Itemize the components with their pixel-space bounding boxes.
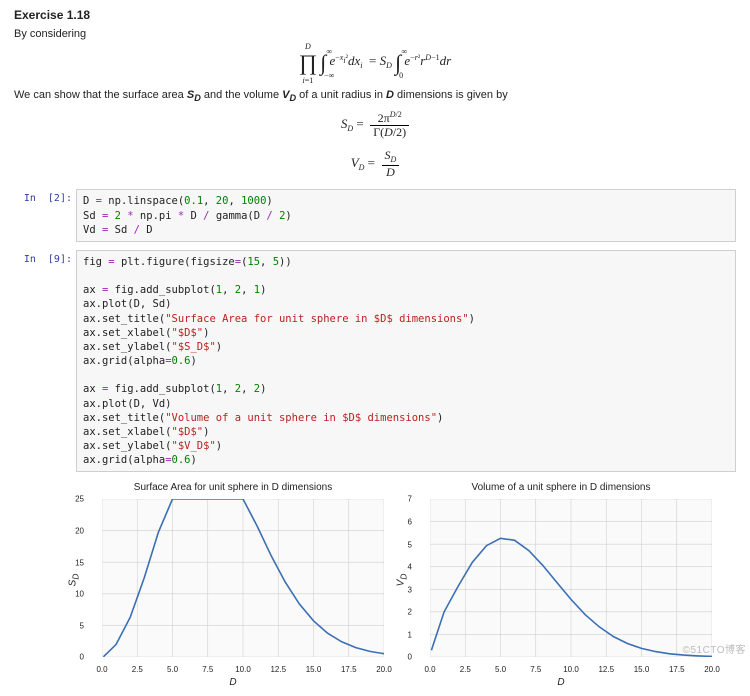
equation-3: VD = SDD (14, 149, 736, 179)
output-plots: Surface Area for unit sphere in D dimens… (14, 472, 736, 690)
chart-canvas: VD 01234567 0.02.55.07.510.012.515.017.5… (406, 495, 716, 665)
chart-surface-area: Surface Area for unit sphere in D dimens… (78, 482, 388, 688)
code-input[interactable]: D = np.linspace(0.1, 20, 1000) Sd = 2 * … (76, 189, 736, 242)
chart-axes (430, 499, 712, 657)
chart-xlabel: D (78, 677, 388, 688)
code-cell-2: In [2]: D = np.linspace(0.1, 20, 1000) S… (14, 189, 736, 242)
chart-yticks: 01234567 (400, 495, 420, 665)
chart-xticks: 0.02.55.07.510.012.515.017.520.0 (430, 665, 712, 675)
chart-volume: Volume of a unit sphere in D dimensions … (406, 482, 716, 688)
equation-2: SD = 2πD/2Γ(D/2) (14, 111, 736, 139)
code-input[interactable]: fig = plt.figure(figsize=(15, 5)) ax = f… (76, 250, 736, 473)
exercise-title: Exercise 1.18 (14, 8, 736, 22)
equation-1: ∏Di=1 ∫∞−∞ e−xi²dxi = SD ∫∞0 e−r²rD−1dr (14, 48, 736, 79)
prompt-label: In [2]: (14, 189, 72, 242)
chart-title: Surface Area for unit sphere in D dimens… (78, 482, 388, 493)
intro-text: By considering (14, 28, 736, 40)
prompt-label: In [9]: (14, 250, 72, 473)
watermark: ©51CTO博客 (683, 641, 746, 656)
chart-axes (102, 499, 384, 657)
chart-xticks: 0.02.55.07.510.012.515.017.520.0 (102, 665, 384, 675)
chart-canvas: SD 0510152025 0.02.55.07.510.012.515.017… (78, 495, 388, 665)
code-cell-9: In [9]: fig = plt.figure(figsize=(15, 5)… (14, 250, 736, 473)
para-after-eq1: We can show that the surface area SD and… (14, 89, 736, 103)
chart-title: Volume of a unit sphere in D dimensions (406, 482, 716, 493)
notebook-page: Exercise 1.18 By considering ∏Di=1 ∫∞−∞ … (0, 0, 750, 696)
chart-yticks: 0510152025 (72, 495, 92, 665)
chart-xlabel: D (406, 677, 716, 688)
